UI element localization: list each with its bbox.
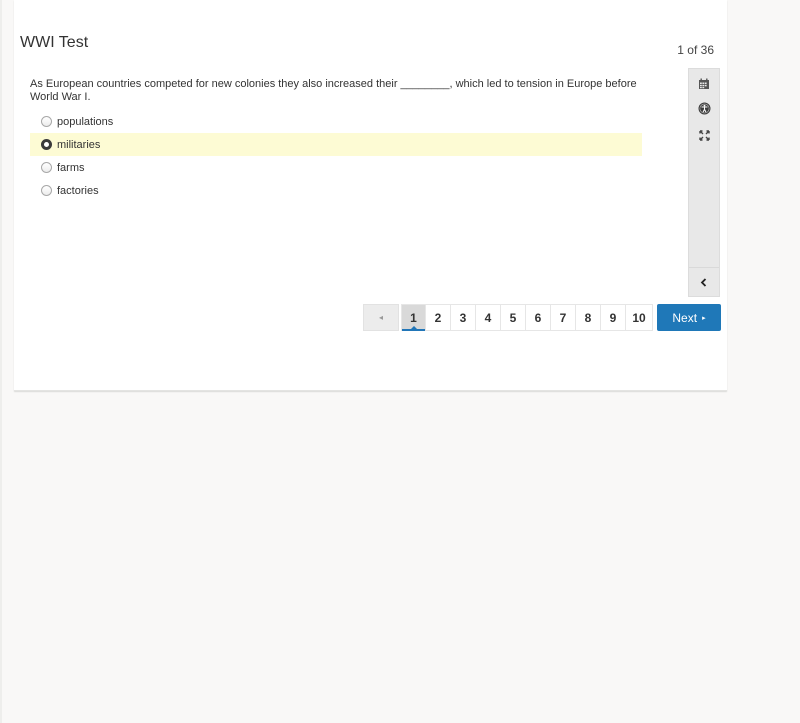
radio-button[interactable]	[41, 185, 52, 196]
accessibility-tool-button[interactable]	[689, 97, 719, 119]
answer-choices: populations militaries farms factories	[30, 110, 642, 202]
active-page-indicator	[410, 326, 417, 329]
question-counter: 1 of 36	[677, 43, 714, 57]
radio-button-checked[interactable]	[41, 139, 52, 150]
choice-farms[interactable]: farms	[30, 156, 642, 179]
page-number: 9	[609, 310, 617, 325]
collapse-toolbar-button[interactable]	[689, 267, 719, 296]
page-number: 6	[534, 310, 542, 325]
test-title: WWI Test	[20, 34, 89, 51]
page-number: 7	[559, 310, 567, 325]
calculator-tool-button[interactable]	[689, 73, 719, 95]
question-text: As European countries competed for new c…	[30, 78, 637, 103]
page-number: 8	[584, 310, 592, 325]
page-button-2[interactable]: 2	[426, 304, 451, 331]
radio-button[interactable]	[41, 162, 52, 173]
left-edge	[0, 0, 2, 723]
page-number: 4	[484, 310, 492, 325]
previous-page-button[interactable]: ◂	[363, 304, 399, 331]
page-button-8[interactable]: 8	[576, 304, 601, 331]
page-button-9[interactable]: 9	[601, 304, 626, 331]
accessibility-icon	[698, 102, 710, 114]
expand-tool-button[interactable]	[689, 124, 719, 146]
next-button[interactable]: Next ▸	[657, 304, 721, 331]
caret-left-icon: ◂	[378, 313, 383, 322]
page-button-4[interactable]: 4	[476, 304, 501, 331]
expand-icon	[698, 129, 710, 141]
tools-sidebar	[688, 68, 720, 297]
choice-populations[interactable]: populations	[30, 110, 642, 133]
page-button-6[interactable]: 6	[526, 304, 551, 331]
page-button-5[interactable]: 5	[501, 304, 526, 331]
choice-label: factories	[57, 184, 99, 197]
page-number: 10	[632, 310, 646, 325]
radio-button[interactable]	[41, 116, 52, 127]
choice-militaries[interactable]: militaries	[30, 133, 642, 156]
page-button-7[interactable]: 7	[551, 304, 576, 331]
page-button-3[interactable]: 3	[451, 304, 476, 331]
page-number: 2	[434, 310, 442, 325]
page-number: 1	[410, 310, 417, 325]
next-label: Next	[672, 310, 698, 325]
choice-label: farms	[57, 161, 85, 174]
choice-label: militaries	[57, 138, 101, 151]
caret-right-icon: ▸	[702, 314, 706, 322]
choice-factories[interactable]: factories	[30, 179, 642, 202]
page-number: 3	[459, 310, 467, 325]
test-card: WWI Test 1 of 36 As European countries c…	[14, 0, 727, 391]
calendar-icon	[699, 78, 709, 89]
question-pagination: ◂ 1 2 3 4 5 6 7 8 9 10	[363, 304, 653, 331]
page-button-10[interactable]: 10	[626, 304, 653, 331]
choice-label: populations	[57, 115, 114, 128]
page-number: 5	[509, 310, 517, 325]
chevron-left-icon	[700, 277, 707, 287]
page-button-1[interactable]: 1	[401, 304, 426, 331]
